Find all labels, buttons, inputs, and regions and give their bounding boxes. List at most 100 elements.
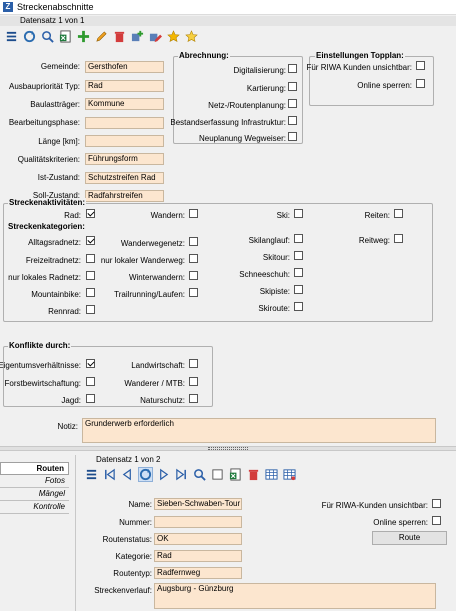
laenge-label: Länge [km]: bbox=[38, 137, 80, 146]
rennrad-checkbox[interactable] bbox=[86, 305, 95, 314]
bestandserfassung-checkbox[interactable] bbox=[288, 116, 297, 125]
record-indicator: Datensatz 1 von 1 bbox=[20, 16, 85, 25]
tab-kontrolle[interactable]: Kontrolle bbox=[0, 501, 69, 514]
add-plus-icon[interactable] bbox=[130, 29, 145, 44]
baulasttraeger-field[interactable]: Kommune bbox=[85, 98, 164, 110]
freizeitradnetz-checkbox[interactable] bbox=[86, 254, 95, 263]
mountainbike-checkbox[interactable] bbox=[86, 288, 95, 297]
winterwandern-checkbox[interactable] bbox=[189, 271, 198, 280]
notiz-field[interactable]: Grunderwerb erforderlich bbox=[82, 418, 436, 443]
skilanglauf-checkbox[interactable] bbox=[294, 234, 303, 243]
table-edit-icon[interactable] bbox=[282, 467, 297, 482]
ski-label: Ski: bbox=[276, 211, 290, 220]
alltagsradnetz-checkbox[interactable] bbox=[86, 236, 95, 245]
wanderer-mtb-checkbox[interactable] bbox=[189, 377, 198, 386]
menu-icon[interactable] bbox=[4, 29, 19, 44]
rad-checkbox[interactable] bbox=[86, 209, 95, 218]
delete-icon[interactable] bbox=[246, 467, 261, 482]
route-nummer-field[interactable] bbox=[154, 516, 242, 528]
abrechnung-label-1: Kartierung: bbox=[246, 84, 286, 93]
soll-zustand-field[interactable]: Radfahrstreifen bbox=[85, 190, 164, 202]
pane-splitter[interactable] bbox=[0, 446, 456, 451]
tab-routen[interactable]: Routen bbox=[0, 462, 69, 475]
skipiste-checkbox[interactable] bbox=[294, 285, 303, 294]
add-icon[interactable] bbox=[76, 29, 91, 44]
first-record-icon[interactable] bbox=[102, 467, 117, 482]
ausbauprioritaet-label: Ausbaupriorität Typ: bbox=[8, 82, 80, 91]
kategorie-field[interactable]: Rad bbox=[154, 550, 242, 562]
previous-record-icon[interactable] bbox=[120, 467, 135, 482]
route-button[interactable]: Route bbox=[372, 531, 447, 545]
skiroute-checkbox[interactable] bbox=[294, 302, 303, 311]
notiz-label: Notiz: bbox=[57, 422, 78, 431]
online-sperren-checkbox[interactable] bbox=[416, 79, 425, 88]
digitalisierung-checkbox[interactable] bbox=[288, 64, 297, 73]
laenge-field[interactable] bbox=[85, 135, 164, 147]
route-name-field[interactable]: Sieben-Schwaben-Tour bbox=[154, 498, 242, 510]
refresh-icon[interactable] bbox=[138, 466, 153, 482]
neuplanung-wegweiser-checkbox[interactable] bbox=[288, 132, 297, 141]
naturschutz-checkbox[interactable] bbox=[189, 394, 198, 403]
record-bar: Datensatz 1 von 1 bbox=[0, 16, 456, 26]
reiten-checkbox[interactable] bbox=[394, 209, 403, 218]
ausbauprioritaet-field[interactable]: Rad bbox=[85, 80, 164, 92]
delete-icon[interactable] bbox=[112, 29, 127, 44]
streckenaktivitaeten-title: Streckenaktivitäten: bbox=[8, 198, 87, 207]
menu-icon[interactable] bbox=[84, 467, 99, 482]
sub-record-indicator: Datensatz 1 von 2 bbox=[96, 455, 161, 464]
next-record-icon[interactable] bbox=[156, 467, 171, 482]
lokaler-wanderweg-label: nur lokaler Wanderweg: bbox=[100, 256, 185, 265]
refresh-icon[interactable] bbox=[22, 29, 37, 44]
search-icon[interactable] bbox=[40, 29, 55, 44]
table-view-icon[interactable] bbox=[264, 467, 279, 482]
excel-export-icon[interactable] bbox=[228, 467, 243, 482]
abrechnung-title: Abrechnung: bbox=[178, 51, 230, 60]
riwa-unsichtbar-checkbox[interactable] bbox=[416, 61, 425, 70]
gemeinde-field[interactable]: Gersthofen bbox=[85, 61, 164, 73]
rad-label: Rad: bbox=[64, 211, 81, 220]
lokales-radnetz-label: nur lokales Radnetz: bbox=[8, 273, 81, 282]
ski-checkbox[interactable] bbox=[294, 209, 303, 218]
route-name-label: Name: bbox=[128, 500, 152, 509]
kartierung-checkbox[interactable] bbox=[288, 82, 297, 91]
skitour-checkbox[interactable] bbox=[294, 251, 303, 260]
jagd-checkbox[interactable] bbox=[86, 394, 95, 403]
wanderwegenetz-label: Wanderwegenetz: bbox=[120, 239, 185, 248]
landwirtschaft-checkbox[interactable] bbox=[189, 359, 198, 368]
star-icon[interactable] bbox=[166, 29, 181, 44]
sub-online-sperren-label: Online sperren: bbox=[373, 518, 428, 527]
window-title: Streckenabschnitte bbox=[17, 2, 94, 12]
trailrunning-checkbox[interactable] bbox=[189, 288, 198, 297]
wandern-checkbox[interactable] bbox=[189, 209, 198, 218]
schneeschuh-checkbox[interactable] bbox=[294, 268, 303, 277]
streckenverlauf-field[interactable]: Augsburg - Günzburg bbox=[154, 583, 436, 609]
konflikte-title: Konflikte durch: bbox=[8, 341, 72, 350]
wanderwegenetz-checkbox[interactable] bbox=[189, 237, 198, 246]
netz-routenplanung-checkbox[interactable] bbox=[288, 99, 297, 108]
ist-zustand-field[interactable]: Schutzstreifen Rad bbox=[85, 172, 164, 184]
forstbewirtschaftung-checkbox[interactable] bbox=[86, 377, 95, 386]
last-record-icon[interactable] bbox=[174, 467, 189, 482]
skitour-label: Skitour: bbox=[262, 253, 290, 262]
reitweg-checkbox[interactable] bbox=[394, 234, 403, 243]
star-outline-icon[interactable] bbox=[184, 29, 199, 44]
sub-online-sperren-checkbox[interactable] bbox=[432, 516, 441, 525]
routenstatus-label: Routenstatus: bbox=[102, 535, 152, 544]
search-icon[interactable] bbox=[192, 467, 207, 482]
lokaler-wanderweg-checkbox[interactable] bbox=[189, 254, 198, 263]
routentyp-field[interactable]: Radfernweg bbox=[154, 567, 242, 579]
sub-riwa-unsichtbar-checkbox[interactable] bbox=[432, 499, 441, 508]
edit-icon[interactable] bbox=[94, 29, 109, 44]
tab-fotos[interactable]: Fotos bbox=[0, 475, 69, 488]
lokales-radnetz-checkbox[interactable] bbox=[86, 271, 95, 280]
qualitaetskriterien-field[interactable]: Führungsform bbox=[85, 153, 164, 165]
routentyp-label: Routentyp: bbox=[113, 569, 152, 578]
eigentumsverhaeltnisse-checkbox[interactable] bbox=[86, 359, 95, 368]
new-record-icon[interactable] bbox=[210, 467, 225, 482]
routenstatus-field[interactable]: OK bbox=[154, 533, 242, 545]
bearbeitungsphase-label: Bearbeitungsphase: bbox=[8, 118, 80, 127]
excel-export-icon[interactable] bbox=[58, 29, 73, 44]
edit-pencil-icon[interactable] bbox=[148, 29, 163, 44]
tab-maengel[interactable]: Mängel bbox=[0, 488, 69, 501]
bearbeitungsphase-field[interactable] bbox=[85, 117, 164, 129]
